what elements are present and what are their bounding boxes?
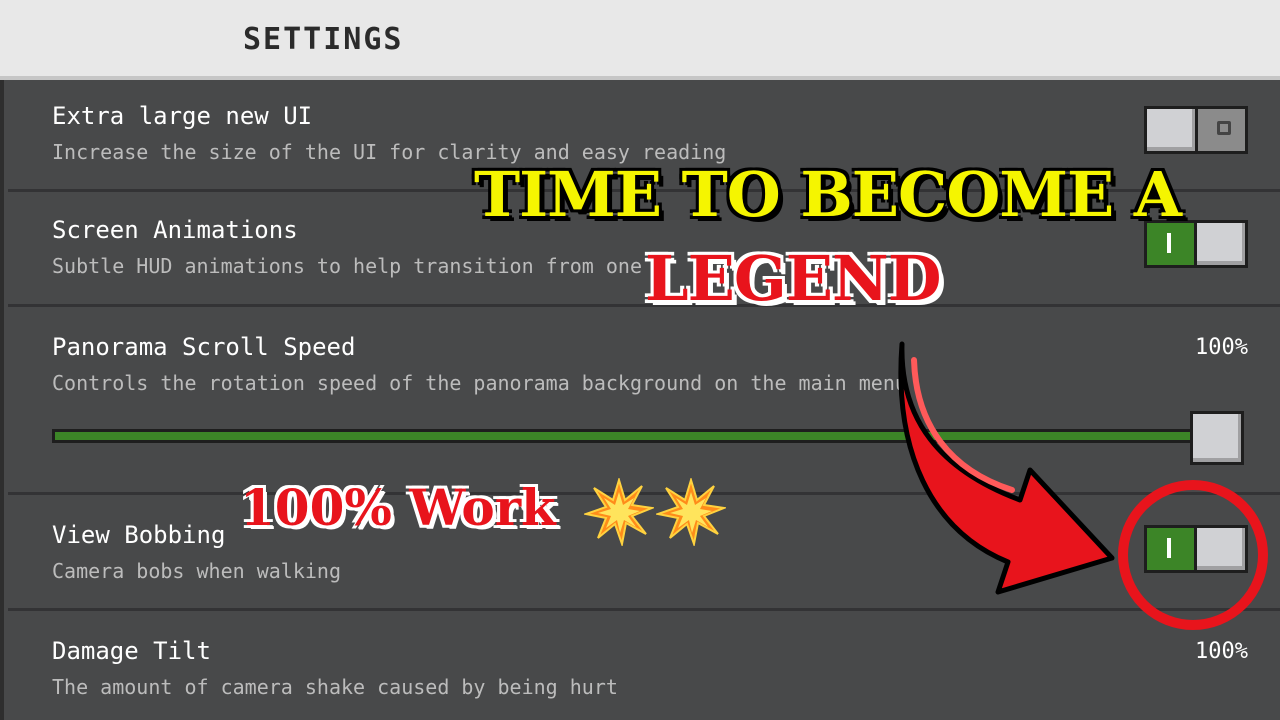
toggle-knob	[1144, 106, 1198, 154]
page-title: SETTINGS	[243, 22, 404, 57]
setting-description: The amount of camera shake caused by bei…	[52, 675, 618, 699]
setting-title: Panorama Scroll Speed	[52, 333, 356, 361]
panorama-speed-slider-knob[interactable]	[1190, 411, 1244, 465]
setting-description: Subtle HUD animations to help transition…	[52, 254, 643, 278]
toggle-on-icon	[1167, 233, 1171, 253]
toggle-off-icon	[1217, 121, 1231, 135]
setting-row-damage-tilt: Damage Tilt 100% The amount of camera sh…	[8, 611, 1280, 720]
setting-value: 100%	[1195, 335, 1248, 360]
highlight-circle	[1118, 480, 1268, 630]
toggle-knob	[1194, 220, 1248, 268]
extra-large-ui-toggle[interactable]	[1144, 106, 1248, 154]
setting-title: Damage Tilt	[52, 637, 211, 665]
work-caption: 100% Work	[240, 478, 556, 537]
setting-description: Controls the rotation speed of the panor…	[52, 371, 907, 395]
settings-header: SETTINGS	[0, 0, 1280, 80]
setting-title: Extra large new UI	[52, 102, 313, 130]
setting-title: View Bobbing	[52, 521, 226, 549]
collision-icon	[584, 478, 654, 546]
collision-icon	[656, 478, 726, 546]
headline-legend: LEGEND	[645, 242, 941, 315]
setting-title: Screen Animations	[52, 216, 298, 244]
setting-value: 100%	[1195, 639, 1248, 664]
setting-description: Camera bobs when walking	[52, 559, 341, 583]
curved-arrow-icon	[898, 341, 1115, 595]
headline-time-to-become: TIME TO BECOME A	[474, 158, 1182, 231]
